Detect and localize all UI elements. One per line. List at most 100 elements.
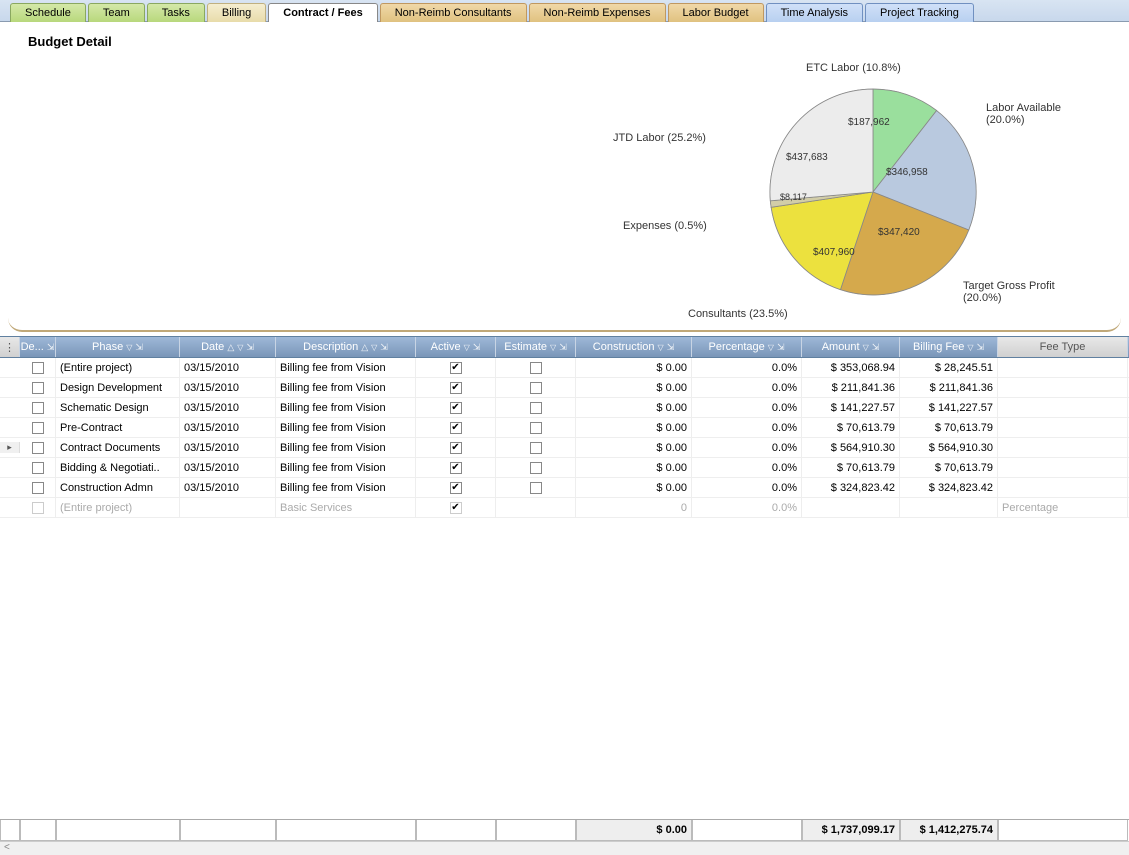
- table-row[interactable]: (Entire project)03/15/2010Billing fee fr…: [0, 358, 1129, 378]
- cell-billing-fee[interactable]: $ 70,613.79: [900, 418, 998, 437]
- cell-percentage[interactable]: 0.0%: [692, 358, 802, 377]
- cell-description[interactable]: Billing fee from Vision: [276, 398, 416, 417]
- table-row[interactable]: Schematic Design03/15/2010Billing fee fr…: [0, 398, 1129, 418]
- cell-active[interactable]: [416, 458, 496, 477]
- checkbox[interactable]: [450, 442, 462, 454]
- cell-description[interactable]: Billing fee from Vision: [276, 418, 416, 437]
- tab-project-tracking[interactable]: Project Tracking: [865, 3, 974, 22]
- header-phase[interactable]: Phase▽⇲: [56, 337, 180, 357]
- tab-contract-fees[interactable]: Contract / Fees: [268, 3, 377, 22]
- cell-amount[interactable]: $ 324,823.42: [802, 478, 900, 497]
- checkbox[interactable]: [32, 462, 44, 474]
- checkbox[interactable]: [530, 422, 542, 434]
- cell-estimate[interactable]: [496, 478, 576, 497]
- checkbox[interactable]: [450, 382, 462, 394]
- checkbox[interactable]: [450, 482, 462, 494]
- checkbox[interactable]: [530, 442, 542, 454]
- tab-nonreimb-consultants[interactable]: Non-Reimb Consultants: [380, 3, 527, 22]
- cell-billing-fee[interactable]: $ 211,841.36: [900, 378, 998, 397]
- header-description[interactable]: Description△▽⇲: [276, 337, 416, 357]
- checkbox[interactable]: [32, 362, 44, 374]
- checkbox[interactable]: [450, 462, 462, 474]
- cell-estimate[interactable]: [496, 398, 576, 417]
- table-row[interactable]: Bidding & Negotiati..03/15/2010Billing f…: [0, 458, 1129, 478]
- cell-estimate[interactable]: [496, 458, 576, 477]
- cell-description[interactable]: Billing fee from Vision: [276, 358, 416, 377]
- cell-percentage[interactable]: 0.0%: [692, 478, 802, 497]
- checkbox[interactable]: [530, 362, 542, 374]
- cell-de[interactable]: [20, 478, 56, 497]
- table-row[interactable]: Pre-Contract03/15/2010Billing fee from V…: [0, 418, 1129, 438]
- tab-nonreimb-expenses[interactable]: Non-Reimb Expenses: [529, 3, 666, 22]
- cell-description[interactable]: Billing fee from Vision: [276, 438, 416, 457]
- header-percentage[interactable]: Percentage▽⇲: [692, 337, 802, 357]
- checkbox[interactable]: [32, 482, 44, 494]
- cell-phase[interactable]: Contract Documents: [56, 438, 180, 457]
- cell-percentage[interactable]: 0.0%: [692, 458, 802, 477]
- cell-billing-fee[interactable]: $ 324,823.42: [900, 478, 998, 497]
- cell-phase[interactable]: (Entire project): [56, 358, 180, 377]
- tab-time-analysis[interactable]: Time Analysis: [766, 3, 863, 22]
- cell-fee-type[interactable]: [998, 438, 1128, 457]
- horizontal-scrollbar[interactable]: <: [0, 841, 1129, 855]
- cell-construction[interactable]: $ 0.00: [576, 458, 692, 477]
- table-row[interactable]: Construction Admn03/15/2010Billing fee f…: [0, 478, 1129, 498]
- cell-active[interactable]: [416, 418, 496, 437]
- header-fee-type[interactable]: Fee Type: [998, 337, 1128, 357]
- cell-construction[interactable]: $ 0.00: [576, 398, 692, 417]
- cell-active[interactable]: [416, 378, 496, 397]
- tab-billing[interactable]: Billing: [207, 3, 266, 22]
- cell-de[interactable]: [20, 438, 56, 457]
- table-row[interactable]: ▸Contract Documents03/15/2010Billing fee…: [0, 438, 1129, 458]
- cell-active[interactable]: [416, 478, 496, 497]
- cell-date[interactable]: 03/15/2010: [180, 418, 276, 437]
- cell-billing-fee[interactable]: $ 564,910.30: [900, 438, 998, 457]
- cell-billing-fee[interactable]: $ 70,613.79: [900, 458, 998, 477]
- cell-phase[interactable]: Construction Admn: [56, 478, 180, 497]
- cell-fee-type[interactable]: [998, 458, 1128, 477]
- cell-amount[interactable]: $ 353,068.94: [802, 358, 900, 377]
- cell-percentage[interactable]: 0.0%: [692, 398, 802, 417]
- cell-phase[interactable]: Bidding & Negotiati..: [56, 458, 180, 477]
- cell-date[interactable]: 03/15/2010: [180, 398, 276, 417]
- cell-fee-type[interactable]: [998, 378, 1128, 397]
- header-de[interactable]: De...⇲: [20, 337, 56, 357]
- checkbox[interactable]: [530, 482, 542, 494]
- header-date[interactable]: Date△▽⇲: [180, 337, 276, 357]
- checkbox[interactable]: [450, 422, 462, 434]
- checkbox[interactable]: [32, 422, 44, 434]
- cell-percentage[interactable]: 0.0%: [692, 418, 802, 437]
- cell-construction[interactable]: $ 0.00: [576, 378, 692, 397]
- cell-construction[interactable]: $ 0.00: [576, 358, 692, 377]
- cell-construction[interactable]: $ 0.00: [576, 478, 692, 497]
- header-estimate[interactable]: Estimate▽⇲: [496, 337, 576, 357]
- cell-fee-type[interactable]: [998, 478, 1128, 497]
- grid-body[interactable]: (Entire project)03/15/2010Billing fee fr…: [0, 358, 1129, 819]
- checkbox[interactable]: [32, 442, 44, 454]
- cell-construction[interactable]: $ 0.00: [576, 418, 692, 437]
- cell-date[interactable]: 03/15/2010: [180, 378, 276, 397]
- cell-fee-type[interactable]: [998, 358, 1128, 377]
- checkbox[interactable]: [450, 402, 462, 414]
- cell-billing-fee[interactable]: $ 28,245.51: [900, 358, 998, 377]
- tab-schedule[interactable]: Schedule: [10, 3, 86, 22]
- cell-percentage[interactable]: 0.0%: [692, 438, 802, 457]
- checkbox[interactable]: [530, 382, 542, 394]
- cell-de[interactable]: [20, 398, 56, 417]
- cell-amount[interactable]: $ 70,613.79: [802, 418, 900, 437]
- header-active[interactable]: Active▽⇲: [416, 337, 496, 357]
- cell-description[interactable]: Billing fee from Vision: [276, 458, 416, 477]
- table-row[interactable]: Design Development03/15/2010Billing fee …: [0, 378, 1129, 398]
- cell-phase[interactable]: Pre-Contract: [56, 418, 180, 437]
- header-amount[interactable]: Amount▽⇲: [802, 337, 900, 357]
- cell-amount[interactable]: $ 141,227.57: [802, 398, 900, 417]
- cell-active[interactable]: [416, 398, 496, 417]
- header-construction[interactable]: Construction▽⇲: [576, 337, 692, 357]
- cell-de[interactable]: [20, 458, 56, 477]
- cell-construction[interactable]: $ 0.00: [576, 438, 692, 457]
- cell-de[interactable]: [20, 358, 56, 377]
- cell-active[interactable]: [416, 358, 496, 377]
- cell-estimate[interactable]: [496, 418, 576, 437]
- header-billing-fee[interactable]: Billing Fee▽⇲: [900, 337, 998, 357]
- checkbox[interactable]: [530, 462, 542, 474]
